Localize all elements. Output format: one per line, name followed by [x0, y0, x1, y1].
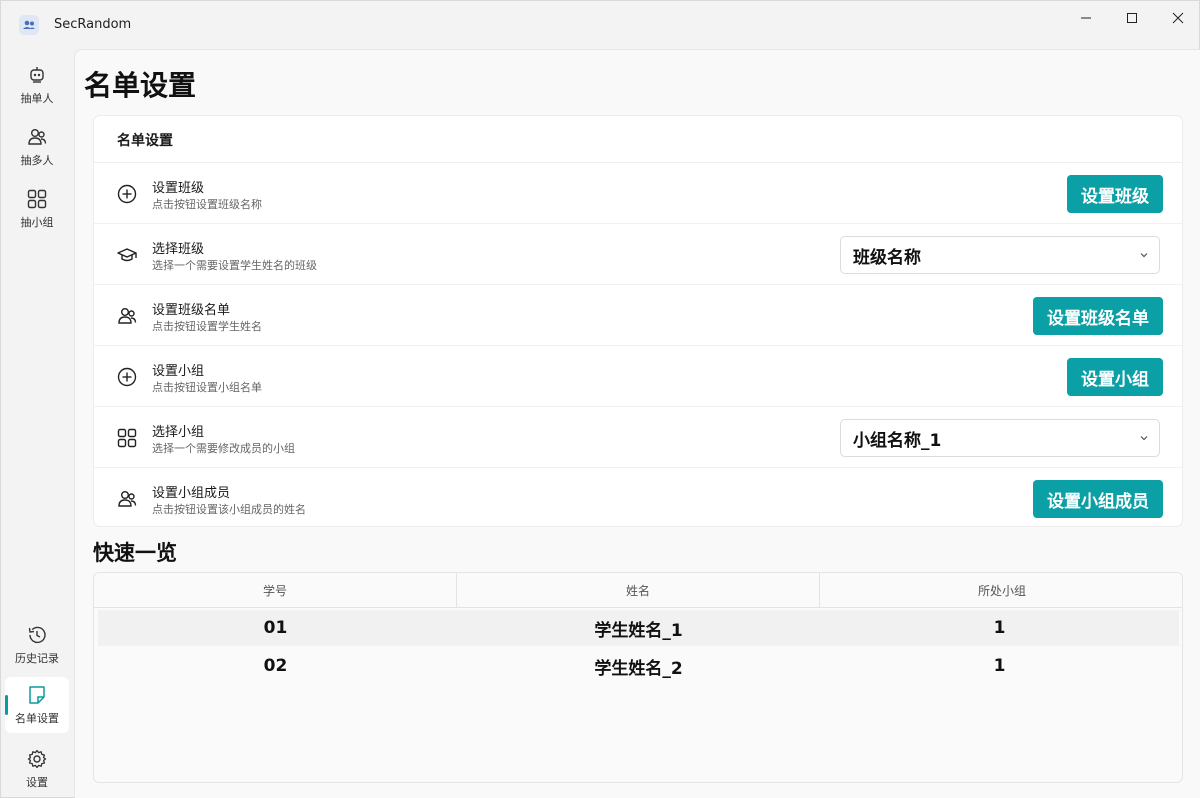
- table-row[interactable]: 02 学生姓名_2 1: [98, 648, 1179, 684]
- cell-group: 1: [993, 618, 1006, 638]
- class-select-value: 班级名称: [853, 247, 921, 268]
- grid-icon: [27, 189, 47, 209]
- set-class-roster-button[interactable]: 设置班级名单: [1033, 297, 1163, 335]
- column-header-id[interactable]: 学号: [94, 573, 457, 608]
- active-indicator: [5, 695, 8, 715]
- row-title: 设置小组: [152, 364, 205, 379]
- column-header-name[interactable]: 姓名: [457, 573, 820, 608]
- row-description: 点击按钮设置该小组成员的姓名: [152, 503, 306, 516]
- row-title: 设置班级: [152, 181, 205, 196]
- row-description: 选择一个需要修改成员的小组: [152, 442, 295, 455]
- row-description: 点击按钮设置班级名称: [152, 198, 262, 211]
- app-title: SecRandom: [54, 17, 132, 32]
- overview-table: 学号 姓名 所处小组 01 学生姓名_1 1 02 学生姓名_2 1: [93, 572, 1183, 783]
- page-title: 名单设置: [84, 69, 197, 102]
- sidebar-item-label: 历史记录: [15, 652, 59, 665]
- minimize-button[interactable]: [1063, 1, 1109, 35]
- add-circle-icon: [117, 184, 137, 204]
- close-icon: [1172, 12, 1184, 24]
- row-title: 设置班级名单: [152, 303, 231, 318]
- people-icon: [118, 308, 137, 324]
- cell-id: 02: [263, 656, 288, 676]
- row-description: 点击按钮设置小组名单: [152, 381, 262, 394]
- settings-card: 名单设置 设置班级 点击按钮设置班级名称 设置班级 选择班级 选择一个需要设置学…: [93, 115, 1183, 527]
- row-title: 选择小组: [152, 425, 205, 440]
- table-row[interactable]: 01 学生姓名_1 1: [98, 610, 1179, 646]
- setting-row-set-class-roster: 设置班级名单 点击按钮设置学生姓名 设置班级名单: [94, 285, 1182, 346]
- cell-name: 学生姓名_1: [594, 620, 683, 641]
- group-select[interactable]: 小组名称_1: [840, 419, 1160, 457]
- setting-row-set-group: 设置小组 点击按钮设置小组名单 设置小组: [94, 346, 1182, 407]
- minimize-icon: [1081, 17, 1091, 19]
- sidebar-item-label: 名单设置: [15, 712, 59, 725]
- card-title: 名单设置: [117, 133, 173, 149]
- overview-title: 快速一览: [93, 541, 177, 565]
- sidebar-item-multi-pick[interactable]: 抽多人: [5, 119, 69, 175]
- close-button[interactable]: [1155, 1, 1200, 35]
- sidebar-item-group-pick[interactable]: 抽小组: [5, 181, 69, 237]
- row-description: 选择一个需要设置学生姓名的班级: [152, 259, 317, 272]
- sidebar-item-single-pick[interactable]: 抽单人: [5, 57, 69, 113]
- table-header: 学号 姓名 所处小组: [94, 573, 1182, 608]
- set-group-members-button[interactable]: 设置小组成员: [1033, 480, 1163, 518]
- set-group-button[interactable]: 设置小组: [1067, 358, 1163, 396]
- title-bar: SecRandom: [1, 1, 1200, 49]
- history-icon: [28, 626, 46, 644]
- cell-group: 1: [993, 656, 1006, 676]
- column-header-group[interactable]: 所处小组: [820, 573, 1182, 608]
- setting-row-set-group-members: 设置小组成员 点击按钮设置该小组成员的姓名 设置小组成员: [94, 468, 1182, 529]
- setting-row-set-class: 设置班级 点击按钮设置班级名称 设置班级: [94, 163, 1182, 224]
- main-content: 名单设置 名单设置 设置班级 点击按钮设置班级名称 设置班级 选择班级 选择一个…: [74, 49, 1200, 798]
- sidebar-item-label: 设置: [26, 776, 48, 789]
- cell-name: 学生姓名_2: [594, 658, 683, 679]
- sidebar-item-list-settings[interactable]: 名单设置: [5, 677, 69, 733]
- add-circle-icon: [117, 367, 137, 387]
- setting-row-select-group: 选择小组 选择一个需要修改成员的小组 小组名称_1: [94, 407, 1182, 468]
- people-icon: [118, 491, 137, 507]
- class-select[interactable]: 班级名称: [840, 236, 1160, 274]
- people-icon: [28, 129, 47, 145]
- sidebar: 抽单人 抽多人 抽小组 历史记录 名单设置 设置: [1, 49, 73, 798]
- grid-icon: [117, 428, 137, 448]
- cell-id: 01: [263, 618, 288, 638]
- app-logo-icon: [19, 15, 39, 35]
- gear-icon: [27, 749, 47, 769]
- row-title: 设置小组成员: [152, 486, 231, 501]
- sidebar-item-label: 抽单人: [20, 92, 54, 105]
- app-window: SecRandom 抽单人 抽多人 抽小组 历史记录 名单设置 设置 名单设置 …: [0, 0, 1200, 798]
- graduation-cap-icon: [117, 248, 137, 262]
- note-icon: [29, 686, 45, 704]
- sidebar-item-label: 抽多人: [20, 154, 54, 167]
- sidebar-item-history[interactable]: 历史记录: [5, 617, 69, 673]
- setting-row-select-class: 选择班级 选择一个需要设置学生姓名的班级 班级名称: [94, 224, 1182, 285]
- chevron-down-icon: [1140, 253, 1148, 258]
- row-title: 选择班级: [152, 242, 205, 257]
- maximize-button[interactable]: [1109, 1, 1155, 35]
- maximize-icon: [1127, 13, 1137, 23]
- chevron-down-icon: [1140, 436, 1148, 441]
- row-description: 点击按钮设置学生姓名: [152, 320, 262, 333]
- sidebar-item-settings[interactable]: 设置: [5, 741, 69, 797]
- group-select-value: 小组名称_1: [853, 430, 942, 451]
- set-class-button[interactable]: 设置班级: [1067, 175, 1163, 213]
- sidebar-item-label: 抽小组: [20, 216, 54, 229]
- card-header: 名单设置: [94, 116, 1182, 163]
- robot-icon: [30, 67, 44, 83]
